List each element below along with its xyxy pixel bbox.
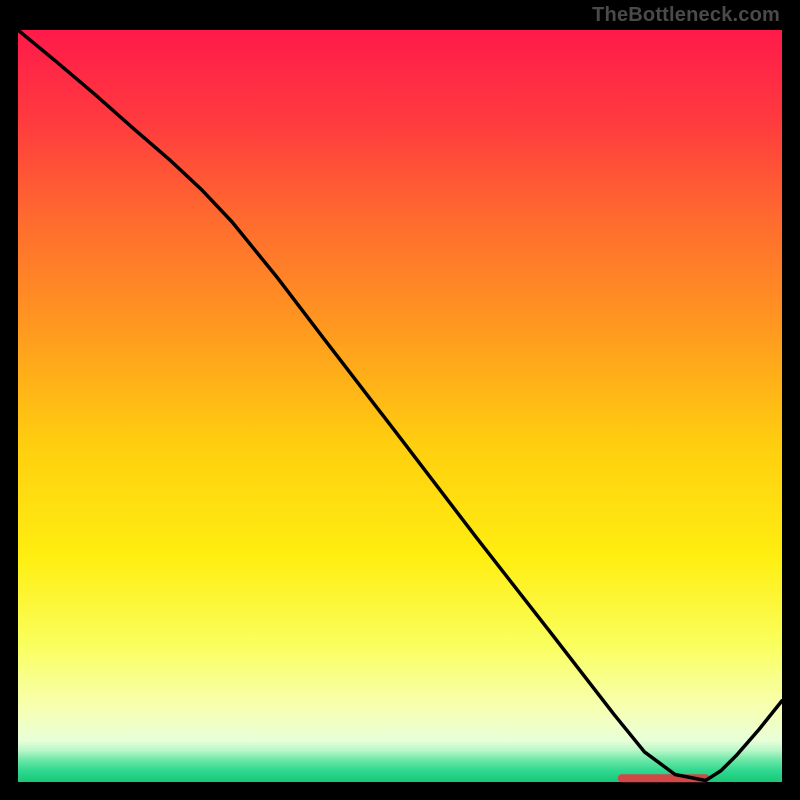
watermark-text: TheBottleneck.com [592,4,780,27]
chart-canvas [0,0,800,800]
gradient-background [18,30,782,782]
